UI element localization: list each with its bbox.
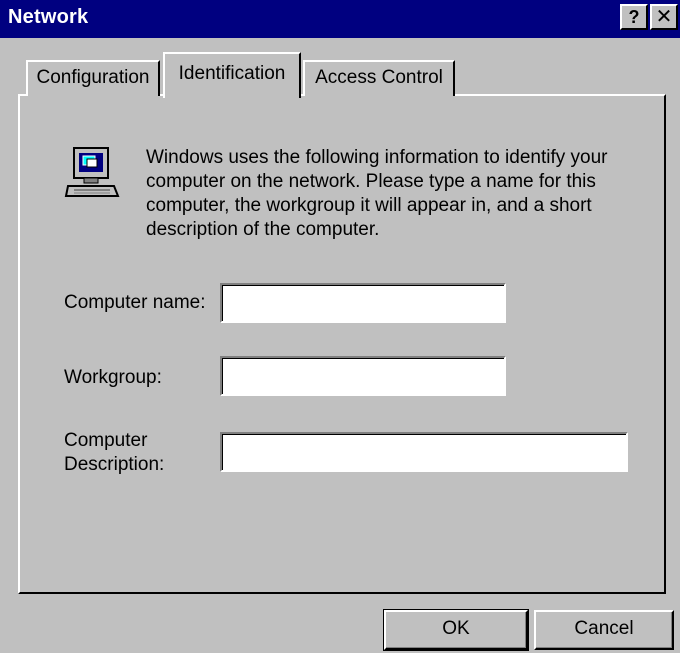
window-title: Network bbox=[8, 6, 89, 28]
tab-configuration[interactable]: Configuration bbox=[26, 60, 160, 96]
cancel-button[interactable]: Cancel bbox=[534, 610, 674, 650]
workgroup-field[interactable] bbox=[220, 356, 506, 396]
tab-identification[interactable]: Identification bbox=[163, 52, 301, 98]
ok-button[interactable]: OK bbox=[383, 609, 529, 651]
computer-description-field[interactable] bbox=[220, 432, 628, 472]
help-button[interactable]: ? bbox=[620, 4, 648, 30]
network-dialog: Network ? ✕ Configuration Identification… bbox=[0, 0, 680, 653]
intro-text: Windows uses the following information t… bbox=[146, 147, 608, 240]
description-label-line2: Description: bbox=[64, 454, 165, 475]
title-bar[interactable]: Network ? ✕ bbox=[0, 0, 680, 38]
computer-name-field[interactable] bbox=[220, 283, 506, 323]
close-button[interactable]: ✕ bbox=[650, 4, 678, 30]
description-label-line1: Computer bbox=[64, 430, 148, 451]
computer-icon bbox=[64, 147, 120, 197]
computer-name-label: Computer name: bbox=[64, 292, 206, 313]
computer-description-label: Computer Description: bbox=[64, 429, 194, 477]
tab-access-control[interactable]: Access Control bbox=[303, 60, 455, 96]
workgroup-label: Workgroup: bbox=[64, 367, 162, 388]
